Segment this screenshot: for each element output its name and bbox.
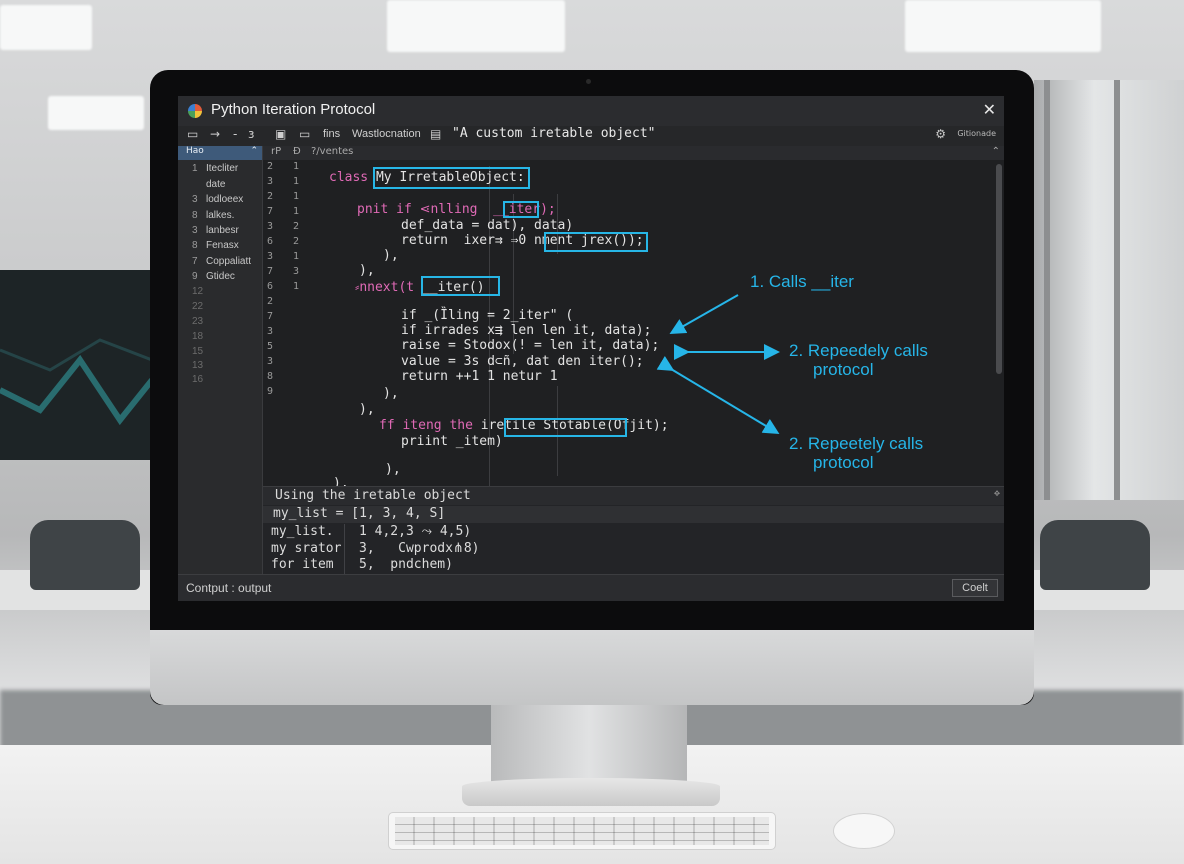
arrow-1 [669, 294, 739, 334]
annotation-repeatedly-calls: 2. Repeedely calls protocol [789, 341, 928, 379]
annotation-repeatedly-calls-2: 2. Repeetely calls protocol [789, 434, 924, 472]
annotation-calls-iter: 1. Calls __iter [750, 272, 854, 291]
annotation-arrows [656, 294, 780, 435]
arrow-3 [656, 355, 780, 435]
